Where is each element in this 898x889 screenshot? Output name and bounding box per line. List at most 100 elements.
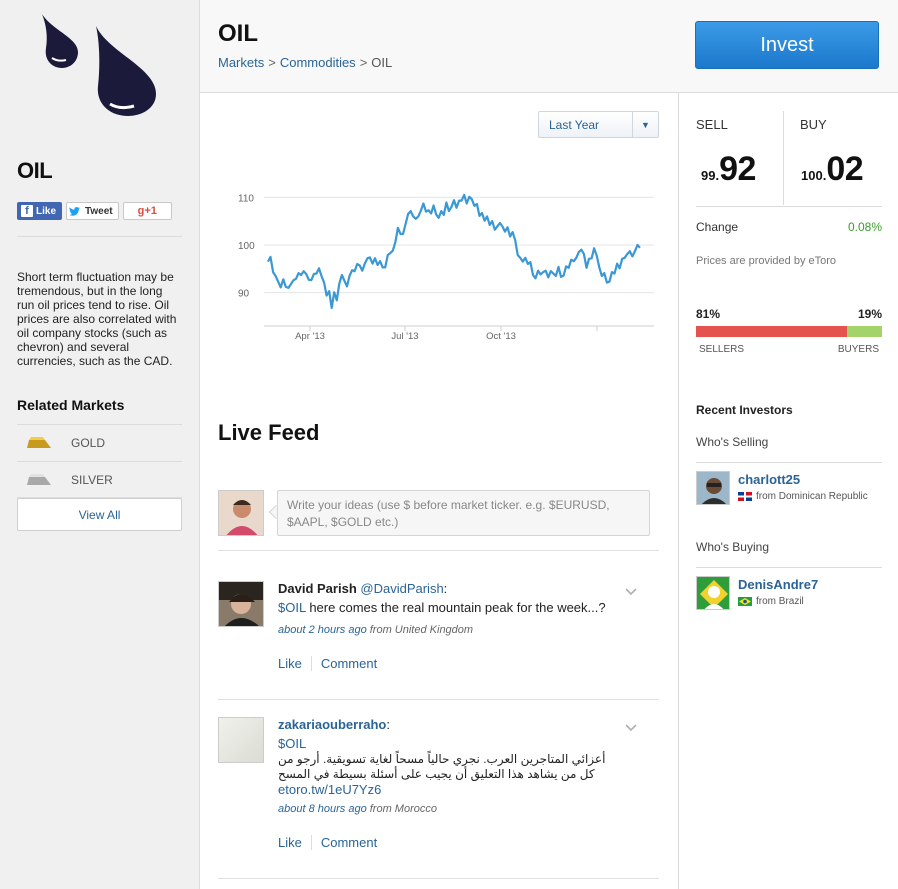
compose-box: Write your ideas (use $ before market ti… — [218, 490, 659, 550]
comment-button[interactable]: Comment — [321, 835, 377, 850]
buy-price[interactable]: BUY 100.02 — [783, 111, 887, 207]
related-market-label: SILVER — [71, 472, 113, 487]
related-market-silver[interactable]: SILVER — [17, 461, 182, 498]
market-description: Short term fluctuation may be tremendous… — [17, 270, 177, 368]
post-ticker-link[interactable]: $OIL — [278, 736, 658, 752]
post-author-avatar[interactable] — [218, 581, 264, 627]
post-location: from Morocco — [369, 803, 437, 815]
related-market-label: GOLD — [71, 436, 106, 450]
feed-divider — [218, 699, 659, 700]
breadcrumb-markets[interactable]: Markets — [218, 55, 264, 70]
sellers-label: SELLERS — [699, 344, 745, 355]
invest-button[interactable]: Invest — [695, 21, 879, 69]
feed-divider — [218, 878, 659, 879]
buyers-percent: 19% — [857, 307, 882, 321]
post-actions: Like Comment — [278, 835, 658, 850]
dominican-republic-flag-icon — [738, 492, 752, 501]
action-divider — [310, 835, 312, 850]
facebook-icon: f — [21, 205, 33, 217]
google-plus-button[interactable]: g +1 — [122, 202, 172, 220]
post-link[interactable]: etoro.tw/1eU7Yz6 — [278, 782, 658, 798]
twitter-icon — [67, 203, 82, 219]
compose-input[interactable]: Write your ideas (use $ before market ti… — [277, 490, 650, 536]
buyers-bar — [846, 326, 882, 337]
post-message: أعزائي المتاجرين العرب. نجري حالياً مسحا… — [278, 752, 606, 781]
feed-divider — [218, 550, 659, 551]
sidebar: OIL f Like Tweet g +1 Short term fluctuat… — [0, 0, 200, 889]
buy-value: 100.02 — [801, 150, 864, 188]
post-author-avatar[interactable] — [218, 717, 264, 763]
sellers-percent: 81% — [696, 307, 721, 321]
social-buttons: f Like Tweet g +1 — [17, 202, 172, 220]
facebook-like-button[interactable]: f Like — [17, 202, 63, 220]
recent-investors-heading: Recent Investors — [696, 403, 793, 417]
chevron-down-icon[interactable] — [625, 721, 637, 735]
market-title: OIL — [17, 158, 53, 183]
chevron-down-icon[interactable] — [625, 585, 637, 599]
investor-location: from Dominican Republic — [738, 491, 868, 502]
related-market-gold[interactable]: GOLD — [17, 424, 182, 461]
time-range-select[interactable]: Last Year ▼ — [538, 111, 659, 138]
x-tick-label: Oct '13 — [486, 331, 516, 342]
breadcrumb-commodities[interactable]: Commodities — [280, 55, 356, 70]
post-meta: about 8 hours ago from Morocco — [278, 803, 658, 815]
investor-name[interactable]: charlott25 — [738, 472, 800, 487]
tweet-label: Tweet — [85, 205, 113, 217]
post-author-handle[interactable]: @DavidParish — [360, 581, 443, 596]
price-divider-line — [696, 206, 882, 207]
breadcrumb-current: OIL — [371, 55, 393, 70]
post-author-name[interactable]: David Parish — [278, 581, 357, 596]
x-tick-label: Apr '13 — [295, 331, 325, 342]
like-button[interactable]: Like — [278, 835, 302, 850]
price-chart: 90 100 110 Apr '13 Jul '13 Oct '13 — [238, 193, 654, 342]
sellers-bar — [696, 326, 847, 337]
breadcrumb: Markets > Commodities > OIL — [218, 55, 393, 70]
silver-bar-icon — [27, 473, 51, 485]
investor-location: from Brazil — [738, 596, 804, 607]
oil-drops-logo — [42, 14, 156, 116]
change-label: Change — [696, 220, 739, 234]
main-content: Last Year ▼ 90 100 110 Apr '13 Jul '13 Oct '1… — [200, 93, 678, 889]
post-meta: about 2 hours ago from United Kingdom — [278, 624, 658, 636]
sell-value: 99.92 — [701, 150, 756, 188]
post-timestamp[interactable]: about 2 hours ago — [278, 624, 367, 636]
related-markets-list: GOLD SILVER — [17, 424, 182, 498]
sentiment-percentages: 81% 19% — [696, 307, 882, 321]
facebook-like-label: Like — [36, 205, 57, 217]
chevron-down-icon: ▼ — [632, 112, 658, 137]
investor-divider — [696, 462, 882, 463]
seller-investor[interactable]: charlott25 from Dominican Republic — [696, 471, 886, 505]
page-title: OIL — [218, 20, 258, 47]
post-message: here comes the real mountain peak for th… — [309, 600, 606, 615]
investor-name[interactable]: DenisAndre7 — [738, 577, 818, 592]
sell-label: SELL — [696, 117, 728, 132]
sentiment-bar — [696, 326, 882, 337]
gold-bar-icon — [27, 437, 51, 448]
y-tick-label: 100 — [238, 241, 255, 252]
sentiment-labels: SELLERS BUYERS — [699, 344, 879, 355]
related-markets-heading: Related Markets — [17, 397, 125, 413]
like-button[interactable]: Like — [278, 656, 302, 671]
whos-selling-heading: Who's Selling — [696, 435, 769, 449]
post-ticker-link[interactable]: $OIL — [278, 600, 306, 615]
investor-divider — [696, 567, 882, 568]
google-plus-icon: g — [137, 205, 145, 217]
live-feed-heading: Live Feed — [218, 420, 320, 445]
user-avatar — [218, 490, 264, 536]
post-author-line: David Parish @DavidParish: — [278, 581, 448, 596]
view-all-button[interactable]: View All — [17, 498, 182, 531]
action-divider — [310, 656, 312, 671]
post-author-name[interactable]: zakariaouberraho — [278, 717, 386, 732]
tweet-button[interactable]: Tweet — [66, 202, 119, 220]
post-location: from United Kingdom — [369, 624, 474, 636]
time-range-value: Last Year — [549, 117, 600, 132]
post-actions: Like Comment — [278, 656, 658, 671]
change-value: 0.08% — [847, 220, 882, 234]
comment-button[interactable]: Comment — [321, 656, 377, 671]
price-provider-note: Prices are provided by eToro — [696, 255, 837, 267]
buy-label: BUY — [800, 117, 827, 132]
sell-price[interactable]: SELL 99.92 — [679, 111, 783, 207]
price-panel: SELL 99.92 BUY 100.02 Change 0.08% Price… — [678, 93, 898, 889]
buyer-investor[interactable]: DenisAndre7 from Brazil — [696, 576, 886, 610]
post-timestamp[interactable]: about 8 hours ago — [278, 803, 367, 815]
